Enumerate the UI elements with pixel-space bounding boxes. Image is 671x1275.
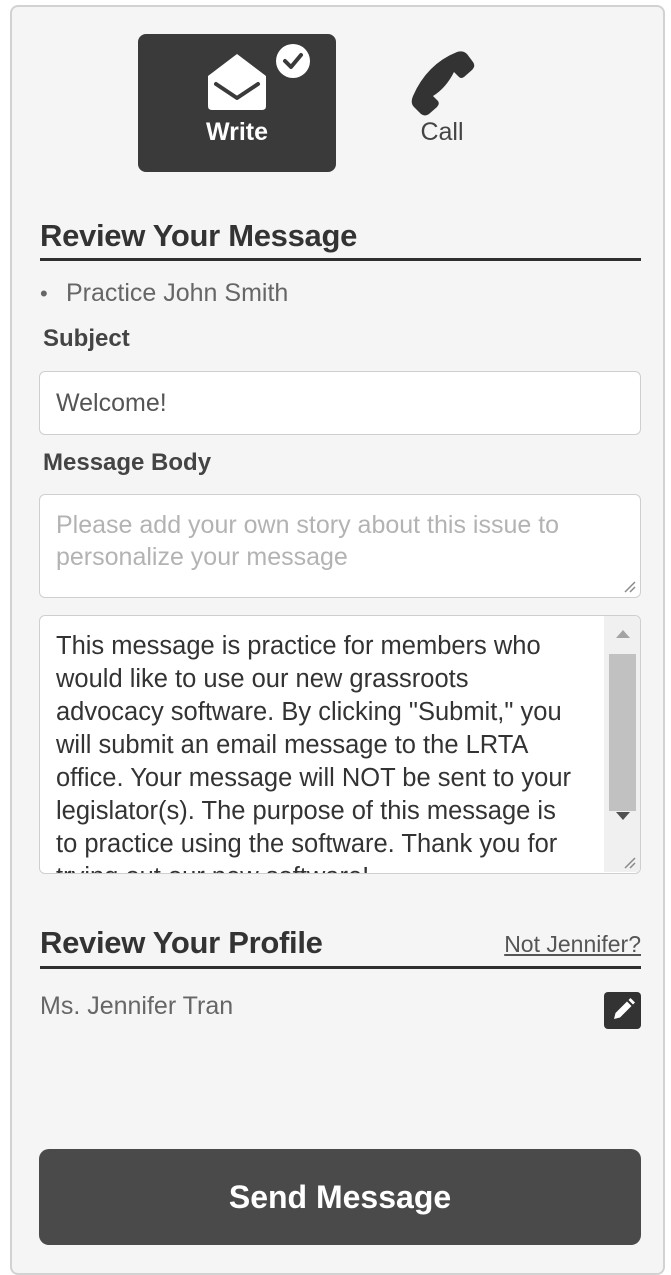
resize-grip-icon[interactable]	[620, 853, 636, 869]
review-message-heading: Review Your Message	[40, 218, 358, 253]
check-circle-icon	[276, 44, 310, 78]
recipient-item: • Practice John Smith	[40, 279, 288, 308]
profile-name: Ms. Jennifer Tran	[40, 992, 234, 1020]
tab-write-label: Write	[205, 118, 269, 146]
message-text-area[interactable]: This message is practice for members who…	[39, 615, 641, 874]
divider	[40, 258, 641, 261]
review-profile-heading: Review Your Profile	[40, 925, 323, 960]
tab-write[interactable]: Write	[138, 34, 336, 172]
scroll-up-arrow-icon[interactable]	[616, 630, 630, 638]
scroll-thumb[interactable]	[609, 654, 636, 811]
recipient-name: Practice John Smith	[66, 279, 289, 307]
story-placeholder: Please add your own story about this iss…	[56, 511, 560, 571]
envelope-open-icon	[208, 54, 266, 110]
subject-input[interactable]: Welcome!	[39, 371, 641, 435]
resize-grip-icon[interactable]	[620, 577, 636, 593]
scrollbar[interactable]	[604, 616, 640, 872]
pencil-icon	[614, 998, 635, 1019]
send-message-button[interactable]: Send Message	[39, 1149, 641, 1245]
not-user-link[interactable]: Not Jennifer?	[504, 931, 641, 958]
message-body-label: Message Body	[43, 449, 212, 476]
personal-story-input[interactable]: Please add your own story about this iss…	[39, 494, 641, 598]
edit-profile-button[interactable]	[604, 992, 641, 1029]
scroll-down-arrow-icon[interactable]	[616, 812, 630, 820]
divider	[40, 966, 641, 969]
subject-label: Subject	[43, 325, 130, 352]
bullet-icon: •	[40, 281, 48, 306]
tab-call-label: Call	[420, 118, 464, 146]
tab-call[interactable]: Call	[343, 34, 541, 172]
message-text: This message is practice for members who…	[56, 632, 571, 873]
phone-icon	[411, 51, 475, 116]
